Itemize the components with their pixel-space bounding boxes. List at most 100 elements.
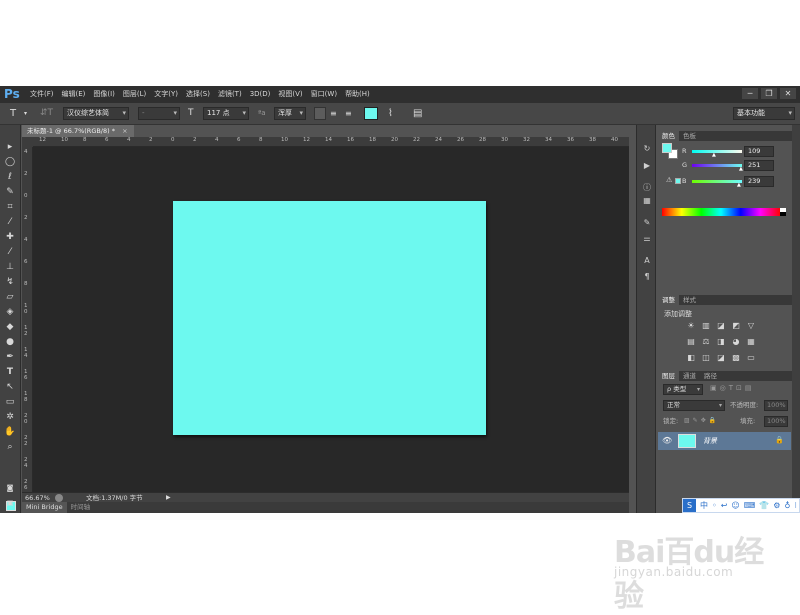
color-balance-adjustment-icon[interactable]: ⚖ [701, 337, 711, 346]
green-value-field[interactable]: 251 [744, 160, 774, 171]
layer-filter-icons[interactable]: ▣◎T⊡▤ [710, 384, 754, 392]
ime-settings-icon[interactable]: ⚙ [771, 501, 782, 510]
move-tool-icon[interactable]: ▸ [3, 141, 17, 153]
tab-layers[interactable]: 图层 [658, 371, 679, 381]
photo-filter-adjustment-icon[interactable]: ◕ [731, 337, 741, 346]
tab-paths[interactable]: 路径 [700, 371, 721, 381]
clone-stamp-tool-icon[interactable]: ⊥ [3, 261, 17, 273]
chevron-down-icon[interactable]: ▾ [24, 107, 27, 120]
menu-window[interactable]: 窗口(W) [307, 86, 341, 103]
eraser-tool-icon[interactable]: ▱ [3, 291, 17, 303]
text-tool-preset-icon[interactable]: T [10, 107, 16, 120]
font-size-select[interactable]: 117 点 [203, 107, 249, 120]
brush-presets-icon[interactable]: ⚌ [641, 233, 653, 244]
paint-bucket-tool-icon[interactable]: ◈ [3, 306, 17, 318]
quick-select-tool-icon[interactable]: ✎ [3, 186, 17, 198]
tab-mini-bridge[interactable]: Mini Bridge [22, 502, 67, 513]
ime-skin-icon[interactable]: 👕 [757, 501, 771, 510]
lock-icons[interactable]: ▨✎✥🔒 [684, 417, 719, 424]
zoom-tool-icon[interactable]: ⌕ [3, 441, 17, 453]
curves-adjustment-icon[interactable]: ◪ [716, 321, 726, 330]
layer-row-background[interactable]: 👁 背景 🔒 [658, 432, 791, 450]
ime-emoji-icon[interactable]: ☺ [729, 501, 741, 510]
healing-brush-tool-icon[interactable]: ✚ [3, 231, 17, 243]
gamut-color-chip[interactable] [675, 178, 681, 184]
properties-icon[interactable]: ▦ [641, 195, 653, 206]
menu-edit[interactable]: 编辑(E) [58, 86, 90, 103]
align-left-button[interactable] [314, 107, 326, 120]
close-tab-icon[interactable]: × [122, 127, 127, 135]
vibrance-adjustment-icon[interactable]: ▽ [746, 321, 756, 330]
green-slider-thumb[interactable]: ▲ [739, 166, 743, 172]
blue-value-field[interactable]: 239 [744, 176, 774, 187]
layer-kind-filter[interactable]: ρ 类型 [663, 384, 703, 395]
ime-punctuation-icon[interactable]: ◦ [710, 501, 719, 510]
history-brush-tool-icon[interactable]: ↯ [3, 276, 17, 288]
status-info-icon[interactable] [55, 494, 63, 502]
close-button[interactable]: ✕ [780, 88, 796, 99]
eyedropper-tool-icon[interactable]: ⁄ [3, 216, 17, 228]
tab-channels[interactable]: 通道 [679, 371, 700, 381]
minimize-button[interactable]: ─ [742, 88, 758, 99]
ime-tools-icon[interactable]: ♁ [782, 501, 792, 510]
tab-swatches[interactable]: 色板 [679, 131, 700, 141]
red-slider-thumb[interactable]: ▲ [712, 152, 716, 158]
3d-tool-icon[interactable]: ✲ [3, 411, 17, 423]
tab-color[interactable]: 颜色 [658, 131, 679, 141]
tab-styles[interactable]: 样式 [679, 295, 700, 305]
blend-mode-select[interactable]: 正常 [663, 400, 725, 411]
menu-3d[interactable]: 3D(D) [246, 86, 275, 103]
hue-saturation-adjustment-icon[interactable]: ▤ [686, 337, 696, 346]
red-slider[interactable] [692, 150, 742, 153]
menu-help[interactable]: 帮助(H) [341, 86, 374, 103]
menu-filter[interactable]: 滤镜(T) [214, 86, 246, 103]
crop-tool-icon[interactable]: ⌗ [3, 201, 17, 213]
menu-type[interactable]: 文字(Y) [150, 86, 182, 103]
character-icon[interactable]: A [641, 255, 653, 266]
pen-tool-icon[interactable]: ✒ [3, 351, 17, 363]
actions-icon[interactable]: ▶ [641, 160, 653, 171]
type-tool-icon[interactable]: T [3, 366, 17, 378]
paragraph-icon[interactable]: ¶ [641, 271, 653, 282]
lasso-tool-icon[interactable]: ℓ [3, 171, 17, 183]
ime-more-icon[interactable]: ⁝ [792, 501, 799, 510]
menu-view[interactable]: 视图(V) [274, 86, 306, 103]
hand-tool-icon[interactable]: ✋ [3, 426, 17, 438]
eye-icon[interactable]: 👁 [662, 436, 672, 445]
brightness-adjustment-icon[interactable]: ☀ [686, 321, 696, 330]
menu-select[interactable]: 选择(S) [182, 86, 214, 103]
screen-mode-icon[interactable]: ▣ [3, 497, 17, 509]
path-selection-tool-icon[interactable]: ↖ [3, 381, 17, 393]
font-style-select[interactable]: - [138, 107, 180, 120]
text-orientation-icon[interactable]: ⇵T [40, 107, 53, 120]
color-spectrum-bar[interactable] [662, 208, 780, 216]
gamut-warning-icon[interactable]: ⚠ [666, 176, 672, 184]
blue-slider[interactable] [692, 180, 742, 183]
brush-tool-icon[interactable]: ⁄ [3, 246, 17, 258]
ime-return-icon[interactable]: ↩ [719, 501, 730, 510]
antialias-select[interactable]: 浑厚 [274, 107, 306, 120]
red-value-field[interactable]: 109 [744, 146, 774, 157]
tab-timeline[interactable]: 时间轴 [67, 502, 95, 513]
green-slider[interactable] [692, 164, 742, 167]
threshold-adjustment-icon[interactable]: ◪ [716, 353, 726, 362]
brush-panel-icon[interactable]: ✎ [641, 217, 653, 228]
posterize-adjustment-icon[interactable]: ◫ [701, 353, 711, 362]
text-color-swatch[interactable] [364, 107, 378, 120]
document-tab[interactable]: 未标题-1 @ 66.7%(RGB/8) * × [22, 125, 134, 137]
marquee-tool-icon[interactable]: ◯ [3, 156, 17, 168]
workspace-select[interactable]: 基本功能 [733, 107, 795, 120]
exposure-adjustment-icon[interactable]: ◩ [731, 321, 741, 330]
info-icon[interactable]: ⓘ [641, 182, 653, 193]
ime-keyboard-icon[interactable]: ⌨ [742, 501, 758, 510]
warp-text-icon[interactable]: ⌇ [388, 107, 393, 120]
align-center-icon[interactable]: ≡ [330, 107, 337, 120]
levels-adjustment-icon[interactable]: ▥ [701, 321, 711, 330]
ime-logo-icon[interactable]: S [683, 499, 696, 512]
quick-mask-icon[interactable]: ◙ [3, 482, 17, 494]
font-family-select[interactable]: 汉仪综艺体简 [63, 107, 129, 120]
character-panel-icon[interactable]: ▤ [413, 107, 422, 120]
restore-button[interactable]: ❐ [761, 88, 777, 99]
selective-color-adjustment-icon[interactable]: ▩ [731, 353, 741, 362]
gradient-map-adjustment-icon[interactable]: ▭ [746, 353, 756, 362]
